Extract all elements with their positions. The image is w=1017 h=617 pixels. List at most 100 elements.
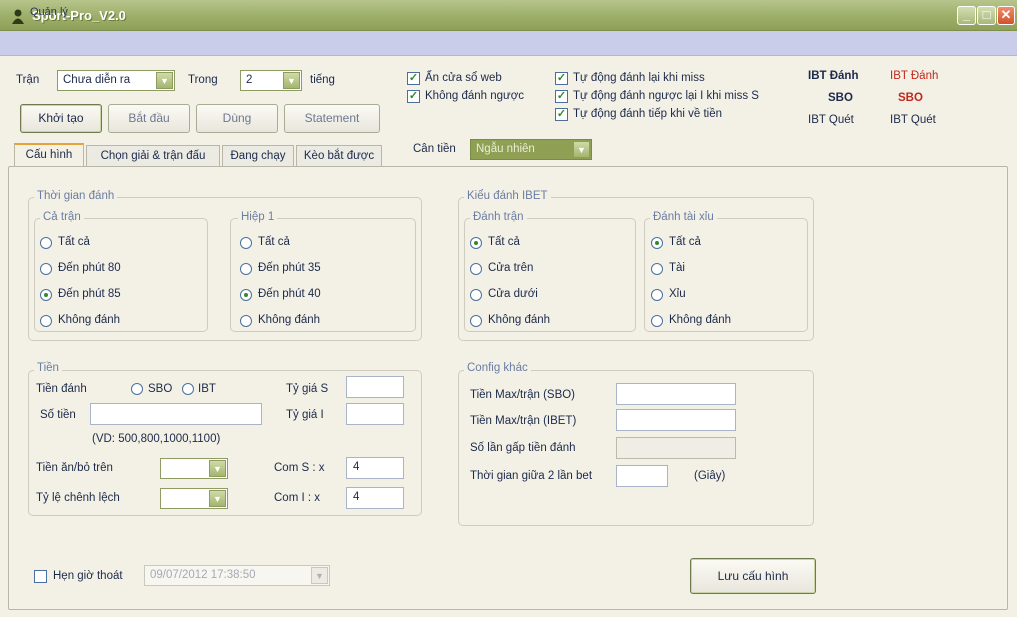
so-tien-hint: (VD: 500,800,1000,1100) — [92, 433, 221, 445]
max-sbo-label: Tiền Max/trận (SBO) — [470, 389, 576, 401]
statement-button[interactable]: Statement — [284, 104, 380, 133]
hiep1-option-label: Đến phút 35 — [258, 262, 321, 274]
ty-le-label: Tỷ lệ chênh lệch — [36, 492, 120, 504]
can-tien-select[interactable]: Ngẫu nhiên ▼ — [470, 139, 592, 160]
chevron-down-icon: ▼ — [209, 490, 226, 507]
ca-tran-radio-2[interactable] — [40, 289, 52, 301]
tai-xiu-option-label: Không đánh — [669, 314, 732, 326]
can-tien-label: Cân tiền — [413, 143, 456, 155]
hiep1-title: Hiệp 1 — [238, 211, 278, 223]
ty-gia-s-label: Tỷ giá S — [286, 383, 329, 395]
ca-tran-radio-1[interactable] — [40, 263, 52, 275]
tai-xiu-radio-1[interactable] — [651, 263, 663, 275]
so-tien-label: Số tiền — [40, 409, 76, 421]
maximize-button[interactable]: □ — [977, 6, 996, 25]
minimize-button[interactable]: _ — [957, 6, 976, 25]
tien-danh-ibt-radio[interactable] — [182, 383, 194, 395]
tien-danh-sbo-label: SBO — [148, 383, 173, 395]
danh-tran-radio-1[interactable] — [470, 263, 482, 275]
hiep1-option-label: Đến phút 40 — [258, 288, 321, 300]
tab-chon-giai[interactable]: Chọn giải & trận đấu — [86, 145, 220, 167]
so-tien-input[interactable] — [90, 403, 262, 425]
luu-cau-hinh-button[interactable]: Lưu cấu hình — [690, 558, 816, 594]
tien-an-bo-select[interactable]: ▼ — [160, 458, 228, 479]
menu-item-quan-ly[interactable]: Quản lý — [30, 6, 68, 18]
tai-xiu-radio-2[interactable] — [651, 289, 663, 301]
status-ibt-quet: IBT Quét — [808, 114, 854, 126]
tieng-label: tiếng — [310, 74, 335, 86]
danh-tran-radio-2[interactable] — [470, 289, 482, 301]
hiep1-radio-3[interactable] — [240, 315, 252, 327]
max-sbo-input[interactable] — [616, 383, 736, 405]
tu-dong-nguoc-checkbox[interactable]: ✓ — [555, 90, 568, 103]
ca-tran-option-label: Không đánh — [58, 314, 121, 326]
max-ibet-input[interactable] — [616, 409, 736, 431]
tai-xiu-option-label: Xỉu — [669, 288, 686, 300]
ty-le-select[interactable]: ▼ — [160, 488, 228, 509]
max-ibet-label: Tiền Max/trận (IBET) — [470, 415, 577, 427]
tai-xiu-title: Đánh tài xỉu — [650, 211, 717, 223]
tien-danh-label: Tiền đánh — [36, 383, 87, 395]
tran-label: Trận — [16, 74, 40, 86]
tu-dong-miss-checkbox[interactable]: ✓ — [555, 72, 568, 85]
tran-select[interactable]: Chưa diễn ra ▼ — [57, 70, 175, 91]
khoi-tao-button[interactable]: Khởi tạo — [20, 104, 102, 133]
trong-select[interactable]: 2 ▼ — [240, 70, 302, 91]
config-title: Config khác — [464, 362, 531, 374]
status-ibt-quet-value: IBT Quét — [890, 114, 936, 126]
tai-xiu-radio-0[interactable] — [651, 237, 663, 249]
hiep1-radio-0[interactable] — [240, 237, 252, 249]
hen-gio-datetime[interactable]: 09/07/2012 17:38:50 ▼ — [144, 565, 330, 586]
thoi-gian-title: Thời gian đánh — [34, 190, 118, 202]
tien-danh-ibt-label: IBT — [198, 383, 216, 395]
hen-gio-checkbox[interactable]: ✓ — [34, 570, 47, 583]
can-tien-value: Ngẫu nhiên — [476, 143, 535, 155]
hen-gio-value: 09/07/2012 17:38:50 — [150, 569, 256, 581]
ca-tran-option-label: Đến phút 85 — [58, 288, 121, 300]
com-s-input[interactable]: 4 — [346, 457, 404, 479]
khong-danh-nguoc-label: Không đánh ngược — [425, 90, 525, 102]
status-ibt-danh-value: IBT Đánh — [890, 70, 939, 82]
status-ibt-danh: IBT Đánh — [808, 70, 859, 82]
tu-dong-miss-label: Tự động đánh lại khi miss — [573, 72, 705, 84]
trong-label: Trong — [188, 74, 218, 86]
hen-gio-label: Hẹn giờ thoát — [53, 570, 123, 582]
com-i-input[interactable]: 4 — [346, 487, 404, 509]
thoi-gian-bet-input[interactable] — [616, 465, 668, 487]
hiep1-radio-1[interactable] — [240, 263, 252, 275]
so-lan-input[interactable] — [616, 437, 736, 459]
ca-tran-radio-3[interactable] — [40, 315, 52, 327]
danh-tran-option-label: Tất cả — [488, 236, 520, 248]
chevron-down-icon: ▼ — [573, 141, 590, 158]
tab-cau-hinh[interactable]: Cấu hình — [14, 143, 84, 167]
status-sbo: SBO — [828, 92, 853, 104]
title-bar[interactable] — [0, 0, 1017, 31]
an-cua-so-checkbox[interactable]: ✓ — [407, 72, 420, 85]
ca-tran-radio-0[interactable] — [40, 237, 52, 249]
danh-tran-radio-0[interactable] — [470, 237, 482, 249]
ca-tran-title: Cả trận — [40, 211, 84, 223]
close-button[interactable]: ✕ — [997, 6, 1015, 25]
tien-an-bo-label: Tiền ăn/bỏ trên — [36, 462, 113, 474]
tai-xiu-option-label: Tất cả — [669, 236, 701, 248]
khong-danh-nguoc-checkbox[interactable]: ✓ — [407, 90, 420, 103]
bat-dau-button[interactable]: Bắt đầu — [108, 104, 190, 133]
tu-dong-tiep-label: Tự động đánh tiếp khi về tiền — [573, 108, 722, 120]
thoi-gian-bet-label: Thời gian giữa 2 lần bet — [470, 470, 593, 482]
tab-keo-bat-duoc[interactable]: Kèo bắt được — [296, 145, 382, 167]
danh-tran-option-label: Cửa dưới — [488, 288, 538, 300]
ty-gia-i-input[interactable] — [346, 403, 404, 425]
danh-tran-radio-3[interactable] — [470, 315, 482, 327]
tai-xiu-radio-3[interactable] — [651, 315, 663, 327]
status-sbo-value: SBO — [898, 92, 923, 104]
chevron-down-icon: ▼ — [311, 567, 328, 584]
tien-danh-sbo-radio[interactable] — [131, 383, 143, 395]
tab-dang-chay[interactable]: Đang chạy — [222, 145, 294, 167]
tu-dong-tiep-checkbox[interactable]: ✓ — [555, 108, 568, 121]
dung-button[interactable]: Dùng — [196, 104, 278, 133]
hiep1-radio-2[interactable] — [240, 289, 252, 301]
danh-tran-title: Đánh trận — [470, 211, 527, 223]
ty-gia-s-input[interactable] — [346, 376, 404, 398]
danh-tran-option-label: Không đánh — [488, 314, 551, 326]
tien-title: Tiền — [34, 362, 62, 374]
